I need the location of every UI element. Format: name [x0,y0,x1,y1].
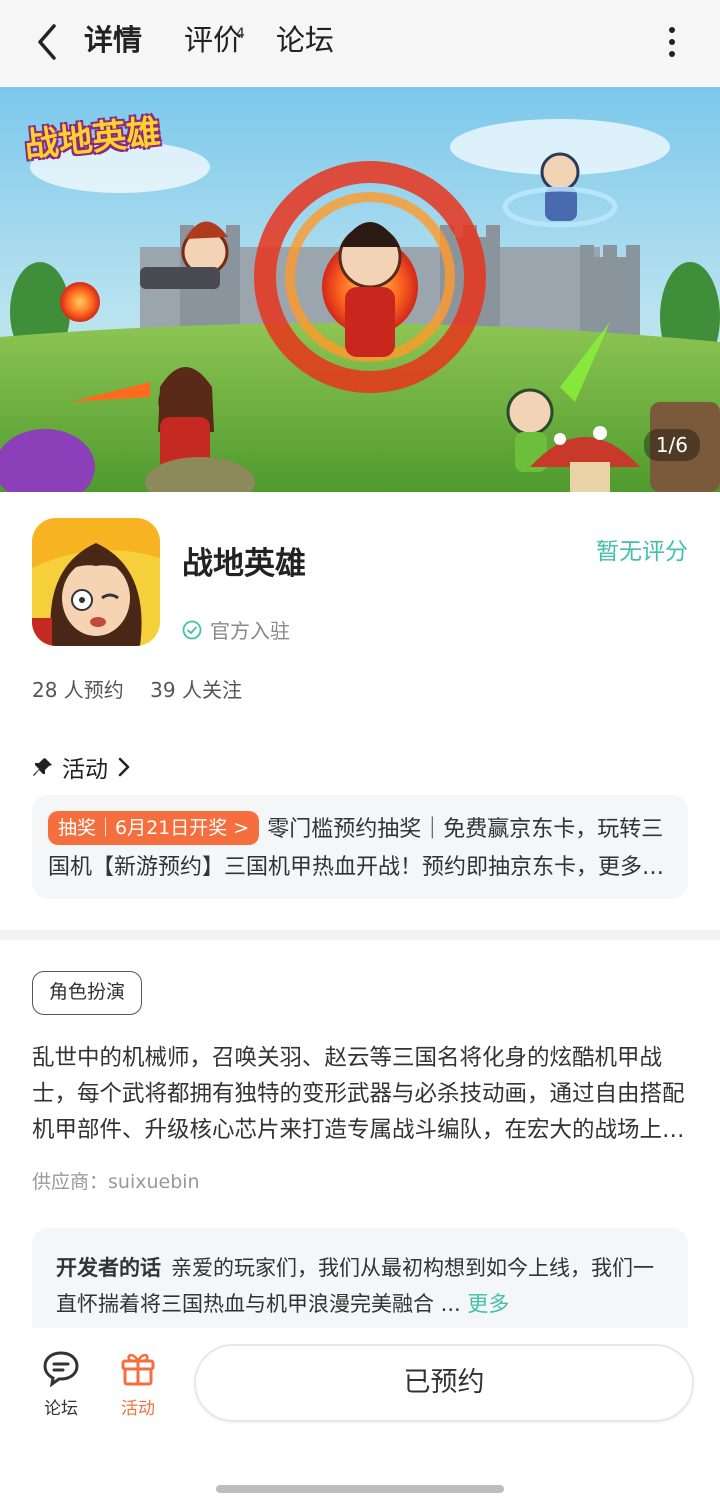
supplier-info: 供应商：suixuebin [32,1171,200,1193]
rating-status: 暂无评分 [596,539,688,565]
tab-review[interactable]: 评价 4 [184,20,245,60]
pin-icon [33,758,52,776]
tab-forum[interactable]: 论坛 [276,20,334,60]
bottom-action-bar: 论坛 活动 已预约 [0,1328,720,1507]
developer-note-title: 开发者的话 [56,1256,161,1280]
more-options-button[interactable] [660,24,684,58]
review-count-badge: 4 [236,26,245,42]
gift-icon [121,1353,155,1386]
developer-note-more-link[interactable]: 更多 [467,1292,509,1316]
genre-tag[interactable]: 角色扮演 [32,971,143,1015]
bottom-activity-button[interactable]: 活动 [108,1348,168,1419]
app-icon-image [32,518,160,646]
top-nav-bar: 详情 评价 4 论坛 [0,0,720,87]
tab-forum-label: 论坛 [276,23,335,57]
tab-review-label: 评价 [184,23,243,57]
chevron-right-icon [118,757,130,777]
bottom-activity-label: 活动 [121,1399,155,1419]
activity-title: 活动 [62,757,108,783]
tab-detail-label: 详情 [84,23,143,57]
tab-detail[interactable]: 详情 [82,20,147,62]
app-icon [32,518,160,646]
app-name: 战地英雄 [182,546,306,582]
follower-count: 39 人关注 [150,678,242,702]
screenshot-carousel[interactable]: 战地英雄 1/6 [0,87,720,492]
bottom-forum-label: 论坛 [44,1399,78,1419]
activity-card-text: 抽奖｜6月21日开奖 > 零门槛预约抽奖｜免费赢京东卡，玩转三国机【新游预约】三国… [48,811,672,887]
carousel-counter: 1/6 [643,429,700,461]
more-vertical-icon [669,27,675,33]
activity-section-header[interactable]: 活动 [32,750,132,784]
back-arrow-icon [38,24,56,60]
chat-icon [43,1351,79,1388]
official-badge: 官方入驻 [182,615,290,644]
developer-note-card[interactable]: 开发者的话 亲爱的玩家们，我们从最初构想到如今上线，我们一直怀揣着将三国热血与机甲… [32,1228,688,1328]
reserved-button[interactable]: 已预约 [194,1344,694,1422]
activity-card[interactable]: 抽奖｜6月21日开奖 > 零门槛预约抽奖｜免费赢京东卡，玩转三国机【新游预约】三国… [32,795,688,899]
app-stats: 28 人预约 39 人关注 [32,674,242,703]
reservation-count: 28 人预约 [32,678,124,702]
bottom-forum-button[interactable]: 论坛 [31,1348,91,1419]
lottery-tag: 抽奖｜6月21日开奖 > [48,811,260,845]
official-label: 官方入驻 [210,619,290,643]
section-divider [0,930,720,940]
game-description[interactable]: 乱世中的机械师，召唤关羽、赵云等三国名将化身的炫酷机甲战士，每个武将都拥有独特的… [32,1040,688,1148]
back-button[interactable] [30,20,70,64]
home-indicator[interactable] [216,1485,504,1493]
check-circle-icon [182,620,202,639]
